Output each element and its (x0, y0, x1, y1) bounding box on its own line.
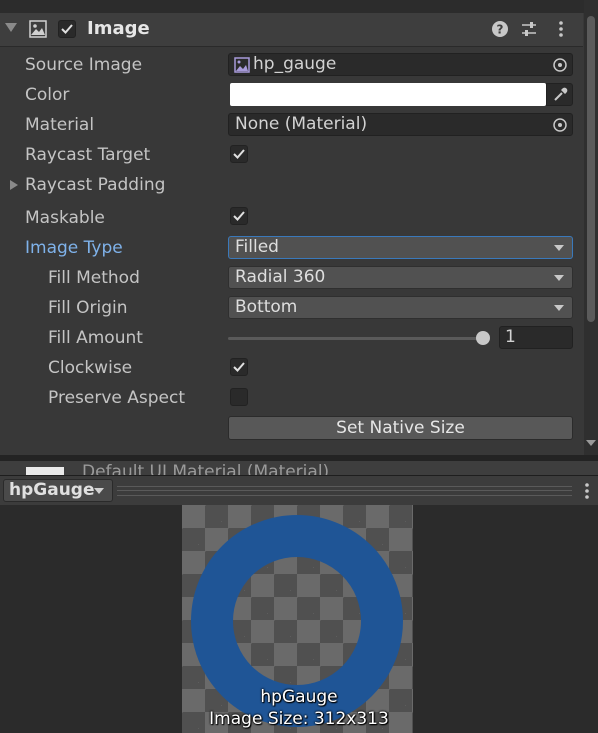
set-native-size-button[interactable]: Set Native Size (228, 416, 573, 440)
fill-method-value: Radial 360 (235, 267, 326, 287)
checkmark-icon (233, 362, 245, 372)
preserve-aspect-checkbox[interactable] (230, 388, 248, 406)
preview-selector-dropdown[interactable]: hpGauge (3, 479, 113, 502)
chevron-down-icon (94, 488, 104, 494)
fill-amount-slider-thumb[interactable] (476, 331, 490, 345)
preview-drag-handle[interactable] (117, 486, 572, 496)
fill-method-label: Fill Method (48, 268, 140, 288)
chevron-down-icon (554, 305, 564, 311)
maskable-label: Maskable (25, 208, 105, 228)
checkmark-icon (233, 149, 245, 159)
fill-origin-label: Fill Origin (48, 298, 128, 318)
fill-origin-dropdown[interactable]: Bottom (228, 296, 573, 319)
chevron-down-icon (554, 275, 564, 281)
material-header-row: Default UI Material (Material) (0, 461, 598, 475)
chevron-down-icon (554, 245, 564, 251)
fill-amount-label: Fill Amount (48, 328, 143, 348)
color-label: Color (25, 85, 70, 105)
inspector-scrollbar[interactable] (584, 0, 598, 455)
fill-amount-slider-track[interactable] (228, 337, 488, 340)
preview-name: hpGauge (260, 687, 338, 707)
object-picker-icon[interactable] (552, 57, 568, 73)
eyedropper-button[interactable] (546, 83, 573, 106)
foldout-arrow-icon[interactable] (5, 23, 17, 32)
image-type-label: Image Type (25, 238, 123, 258)
image-component-icon (29, 20, 47, 38)
presets-icon[interactable] (519, 19, 539, 39)
color-field[interactable] (230, 83, 546, 106)
source-image-field[interactable]: hp_gauge (228, 53, 573, 76)
window-top-border (0, 0, 598, 13)
fill-origin-value: Bottom (235, 297, 298, 317)
help-icon[interactable]: ? (490, 19, 510, 39)
preview-selector-value: hpGauge (9, 480, 95, 500)
material-label: Material (25, 115, 95, 135)
material-value: None (Material) (235, 114, 368, 134)
raycast-target-label: Raycast Target (25, 145, 151, 165)
object-picker-icon[interactable] (552, 117, 568, 133)
component-enabled-checkbox[interactable] (58, 20, 76, 38)
clockwise-checkbox[interactable] (230, 358, 248, 376)
raycast-target-checkbox[interactable] (230, 145, 248, 163)
material-field[interactable]: None (Material) (228, 113, 573, 136)
checkmark-icon (233, 211, 245, 221)
more-vert-icon[interactable] (580, 481, 594, 501)
more-vert-icon[interactable] (551, 19, 571, 39)
clockwise-label: Clockwise (48, 358, 133, 378)
image-type-dropdown[interactable]: Filled (228, 236, 573, 259)
maskable-checkbox[interactable] (230, 207, 248, 225)
expand-arrow-icon[interactable] (9, 179, 19, 191)
preview-toolbar: hpGauge (0, 475, 598, 506)
scrollbar-thumb[interactable] (587, 16, 595, 322)
sprite-icon (234, 57, 250, 73)
material-preview-swatch (26, 467, 64, 475)
raycast-padding-label[interactable]: Raycast Padding (25, 175, 165, 195)
component-header[interactable]: Image ? (0, 13, 583, 47)
image-type-value: Filled (235, 237, 279, 257)
source-image-value: hp_gauge (253, 54, 337, 74)
scroll-down-icon[interactable] (586, 440, 596, 446)
material-header-text: Default UI Material (Material) (82, 462, 330, 475)
component-title: Image (87, 18, 150, 39)
fill-method-dropdown[interactable]: Radial 360 (228, 266, 573, 289)
checkmark-icon (61, 24, 73, 34)
image-preview-area: hpGauge Image Size: 312x313 (0, 505, 598, 733)
source-image-label: Source Image (25, 55, 143, 75)
svg-text:?: ? (497, 23, 504, 37)
eyedropper-icon (554, 87, 568, 101)
preserve-aspect-label: Preserve Aspect (48, 388, 186, 408)
fill-amount-input[interactable]: 1 (499, 326, 573, 349)
preview-image-size: Image Size: 312x313 (209, 709, 389, 729)
